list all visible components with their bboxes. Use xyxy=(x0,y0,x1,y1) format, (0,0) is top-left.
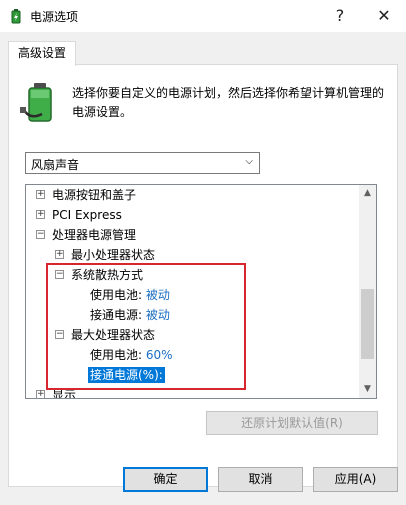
scroll-thumb[interactable] xyxy=(361,289,374,359)
close-button[interactable]: ✕ xyxy=(362,0,406,32)
battery-icon xyxy=(20,83,52,122)
tree-setting-plugged-in[interactable]: 接通电源: 被动 xyxy=(90,305,170,325)
apply-button[interactable]: 应用(A) xyxy=(313,467,398,492)
expand-icon[interactable]: + xyxy=(36,390,45,398)
setting-label-selected: 接通电源(%): xyxy=(88,367,165,383)
expand-icon[interactable]: + xyxy=(55,250,64,259)
tree-setting-plugged-in-max[interactable]: 接通电源(%): xyxy=(88,365,165,385)
power-plan-value: 风扇声音 xyxy=(31,158,80,172)
title-bar: 电源选项 ? ✕ xyxy=(0,0,406,32)
settings-tree[interactable]: + 电源按钮和盖子 + PCI Express − 处理器电源管理 + 最小处理… xyxy=(25,184,377,399)
tree-item-label: 最小处理器状态 xyxy=(71,248,156,262)
scroll-down-icon[interactable]: ▼ xyxy=(359,381,376,398)
tree-item-label: 显示 xyxy=(52,388,77,399)
collapse-icon[interactable]: − xyxy=(36,230,45,239)
tree-item-label: 处理器电源管理 xyxy=(52,228,137,242)
tab-advanced-settings[interactable]: 高级设置 xyxy=(8,41,76,66)
tree-item-label: 最大处理器状态 xyxy=(71,328,156,342)
description-text: 选择你要自定义的电源计划，然后选择你希望计算机管理的电源设置。 xyxy=(72,86,385,119)
setting-label: 使用电池: xyxy=(90,288,143,302)
power-plan-dropdown[interactable]: 风扇声音 ⌵ xyxy=(25,152,260,174)
power-options-icon xyxy=(11,9,21,24)
expand-icon[interactable]: + xyxy=(36,210,45,219)
setting-label: 使用电池: xyxy=(90,348,143,362)
tree-scrollbar[interactable]: ▲ ▼ xyxy=(359,185,376,398)
scroll-up-icon[interactable]: ▲ xyxy=(359,185,376,202)
tree-setting-on-battery[interactable]: 使用电池: 被动 xyxy=(90,285,170,305)
tree-item-label: 系统散热方式 xyxy=(71,268,144,282)
window-title: 电源选项 xyxy=(30,10,79,24)
setting-label: 接通电源: xyxy=(90,308,143,322)
setting-value-link[interactable]: 被动 xyxy=(146,288,170,302)
ok-button[interactable]: 确定 xyxy=(123,467,208,492)
expand-icon[interactable]: + xyxy=(36,190,45,199)
tree-item-label: 电源按钮和盖子 xyxy=(52,188,137,202)
restore-defaults-button[interactable]: 还原计划默认值(R) xyxy=(206,411,378,435)
cancel-button[interactable]: 取消 xyxy=(218,467,303,492)
setting-value-link[interactable]: 60% xyxy=(146,348,173,362)
help-button[interactable]: ? xyxy=(318,0,362,32)
chevron-down-icon: ⌵ xyxy=(245,156,253,167)
setting-value-link[interactable]: 被动 xyxy=(146,308,170,322)
tree-setting-on-battery-max[interactable]: 使用电池: 60% xyxy=(90,345,173,365)
tree-item-label: PCI Express xyxy=(52,208,122,222)
collapse-icon[interactable]: − xyxy=(55,330,64,339)
collapse-icon[interactable]: − xyxy=(55,270,64,279)
